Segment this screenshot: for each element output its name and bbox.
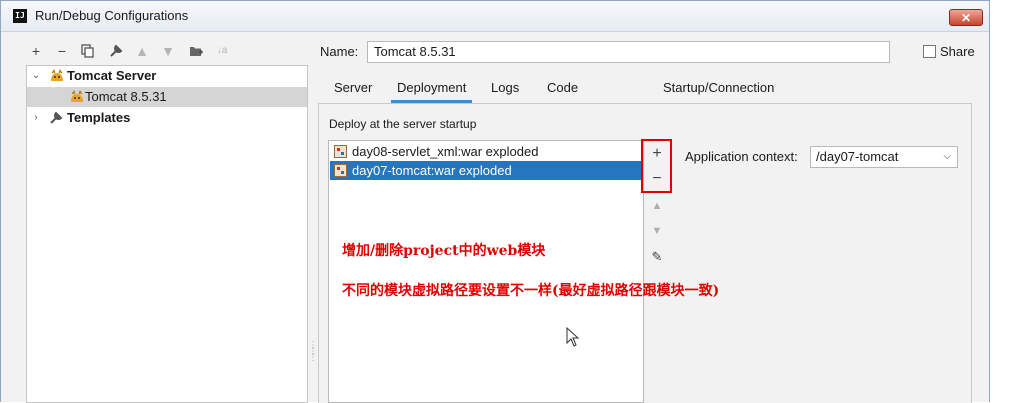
deploy-artifact-list[interactable]: day08-servlet_xml:war exploded day07-tom… [328,140,644,403]
run-debug-window: IJ Run/Debug Configurations ✕ + − ▲ ▼ ↓a… [0,0,990,403]
war-artifact-icon [334,164,347,177]
intellij-app-icon: IJ [13,9,27,23]
deploy-section-label: Deploy at the server startup [329,117,477,131]
move-down-icon: ▼ [651,225,663,237]
folder-add-icon[interactable] [187,41,205,61]
application-context-label: Application context: [685,149,798,164]
list-item[interactable]: day07-tomcat:war exploded [330,161,642,180]
mouse-cursor-icon [566,327,580,347]
application-context-select[interactable]: /day07-tomcat ⌵ [810,146,958,168]
arrow-down-icon: ▼ [161,43,175,59]
tab-server[interactable]: Server [334,75,372,103]
tab-deployment[interactable]: Deployment [391,75,473,103]
highlight-box [641,139,672,193]
copy-icon[interactable] [79,41,97,61]
name-label: Name: [320,44,359,59]
tomcat-icon [71,90,83,102]
war-artifact-icon [334,145,347,158]
arrow-up-icon: ▲ [135,43,149,59]
tree-item-tomcat-8531[interactable]: Tomcat 8.5.31 [27,87,307,107]
minus-icon[interactable]: − [53,41,71,61]
annotation-context-path: 不同的模块虚拟路径要设置不一样(最好虚拟路径跟模块一致) [342,283,720,299]
config-tree: ⌄ Tomcat Server Tomcat 8.5.31 › Template… [26,65,308,403]
edit-pencil-icon[interactable]: ✎ [647,247,667,267]
window-title: Run/Debug Configurations [35,8,189,23]
list-item-label: day08-servlet_xml:war exploded [352,144,539,159]
tree-item-label: Tomcat Server [67,68,157,83]
close-button[interactable]: ✕ [949,9,983,26]
title-bar: IJ Run/Debug Configurations ✕ [1,1,989,32]
annotation-add-remove: 增加/删除project中的web模块 [342,243,546,259]
sort-alpha-icon: ↓a [216,45,228,56]
chevron-down-icon[interactable]: ⌄ [30,66,42,86]
application-context-value: /day07-tomcat [816,149,899,164]
list-item-label: day07-tomcat:war exploded [352,163,512,178]
wrench-icon [50,111,63,124]
tree-item-templates[interactable]: › Templates [27,108,307,128]
tree-item-label: Templates [67,110,131,125]
move-up-icon: ▲ [651,200,663,212]
chevron-down-icon: ⌵ [943,151,951,162]
name-input[interactable]: Tomcat 8.5.31 [367,41,890,63]
tree-item-tomcat-server[interactable]: ⌄ Tomcat Server [27,66,307,86]
tree-item-label: Tomcat 8.5.31 [85,89,167,104]
tomcat-icon [51,69,63,81]
tab-code-coverage[interactable]: Code Coverage [547,75,603,121]
tab-logs[interactable]: Logs [491,75,519,103]
plus-icon[interactable]: + [27,41,45,61]
wrench-icon[interactable] [107,41,125,61]
splitter-handle[interactable]: ⋮ ⋮ ⋮ [308,341,318,363]
share-checkbox[interactable] [923,45,936,58]
share-label: Share [940,44,975,59]
tab-startup-connection[interactable]: Startup/Connection [663,75,774,103]
list-item[interactable]: day08-servlet_xml:war exploded [330,142,642,161]
chevron-right-icon[interactable]: › [30,108,42,128]
